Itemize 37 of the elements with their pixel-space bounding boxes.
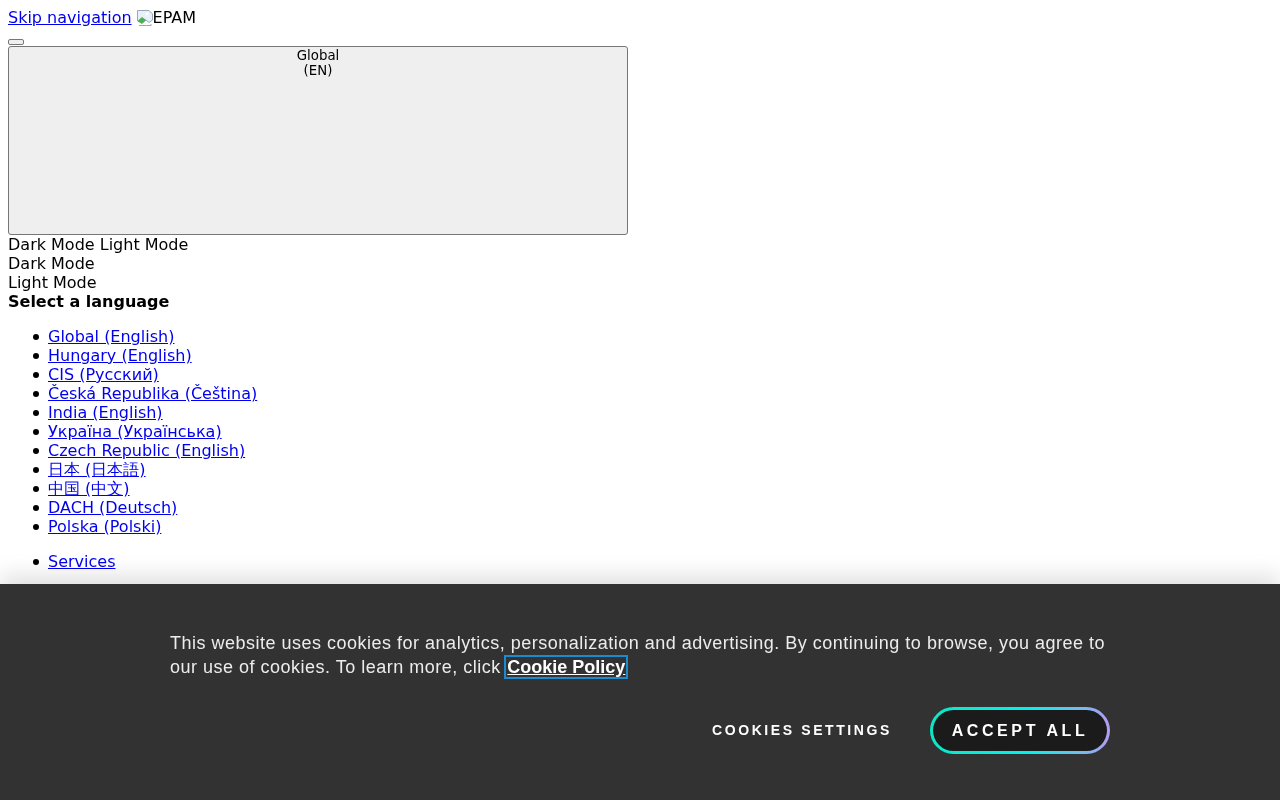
language-link[interactable]: Česká Republika (Čeština) (48, 384, 258, 403)
language-link[interactable]: Czech Republic (English) (48, 441, 246, 460)
language-link[interactable]: Polska (Polski) (48, 517, 162, 536)
language-heading: Select a language (8, 292, 171, 311)
language-link[interactable]: Україна (Українська) (48, 422, 222, 441)
bullet-icon (33, 523, 39, 530)
cookies-settings-button[interactable]: COOKIES SETTINGS (695, 712, 908, 749)
nav-link[interactable]: Services (48, 552, 116, 571)
bullet-icon (33, 504, 39, 511)
language-link[interactable]: Global (English) (48, 327, 175, 346)
cookie-policy-link[interactable]: Cookie Policy (506, 657, 627, 677)
empty-button[interactable] (8, 39, 24, 45)
bullet-icon (33, 352, 39, 359)
theme-label: Dark Mode (8, 235, 95, 254)
theme-label: Light Mode (8, 273, 98, 292)
cookie-message: This website uses cookies for analytics, personalization and advertising. By continuing to browse, you agree to our use of cookies. To learn more, click Cookie Policy (170, 632, 1106, 679)
theme-label: Light Mode (99, 235, 189, 254)
language-link[interactable]: CIS (Русский) (48, 365, 159, 384)
bullet-icon (33, 333, 39, 340)
region-selector-button[interactable]: Global (EN) (8, 46, 628, 235)
theme-label: Dark Mode (8, 254, 96, 273)
bullet-icon (33, 485, 39, 492)
language-link[interactable]: Hungary (English) (48, 346, 192, 365)
bullet-icon (33, 371, 39, 378)
bullet-icon (33, 466, 39, 473)
broken-image-icon (136, 9, 153, 26)
bullet-icon (33, 428, 39, 435)
bullet-icon (33, 447, 39, 454)
language-link[interactable]: India (English) (48, 403, 163, 422)
bullet-icon (33, 409, 39, 416)
bullet-icon (33, 558, 39, 565)
skip-navigation-link[interactable]: Skip navigation (8, 8, 132, 27)
bullet-icon (33, 390, 39, 397)
language-link[interactable]: DACH (Deutsch) (48, 498, 178, 517)
logo-alt-text: EPAM (152, 8, 197, 27)
language-link[interactable]: 日本 (日本語) (48, 460, 146, 479)
language-link[interactable]: 中国 (中文) (48, 479, 130, 498)
